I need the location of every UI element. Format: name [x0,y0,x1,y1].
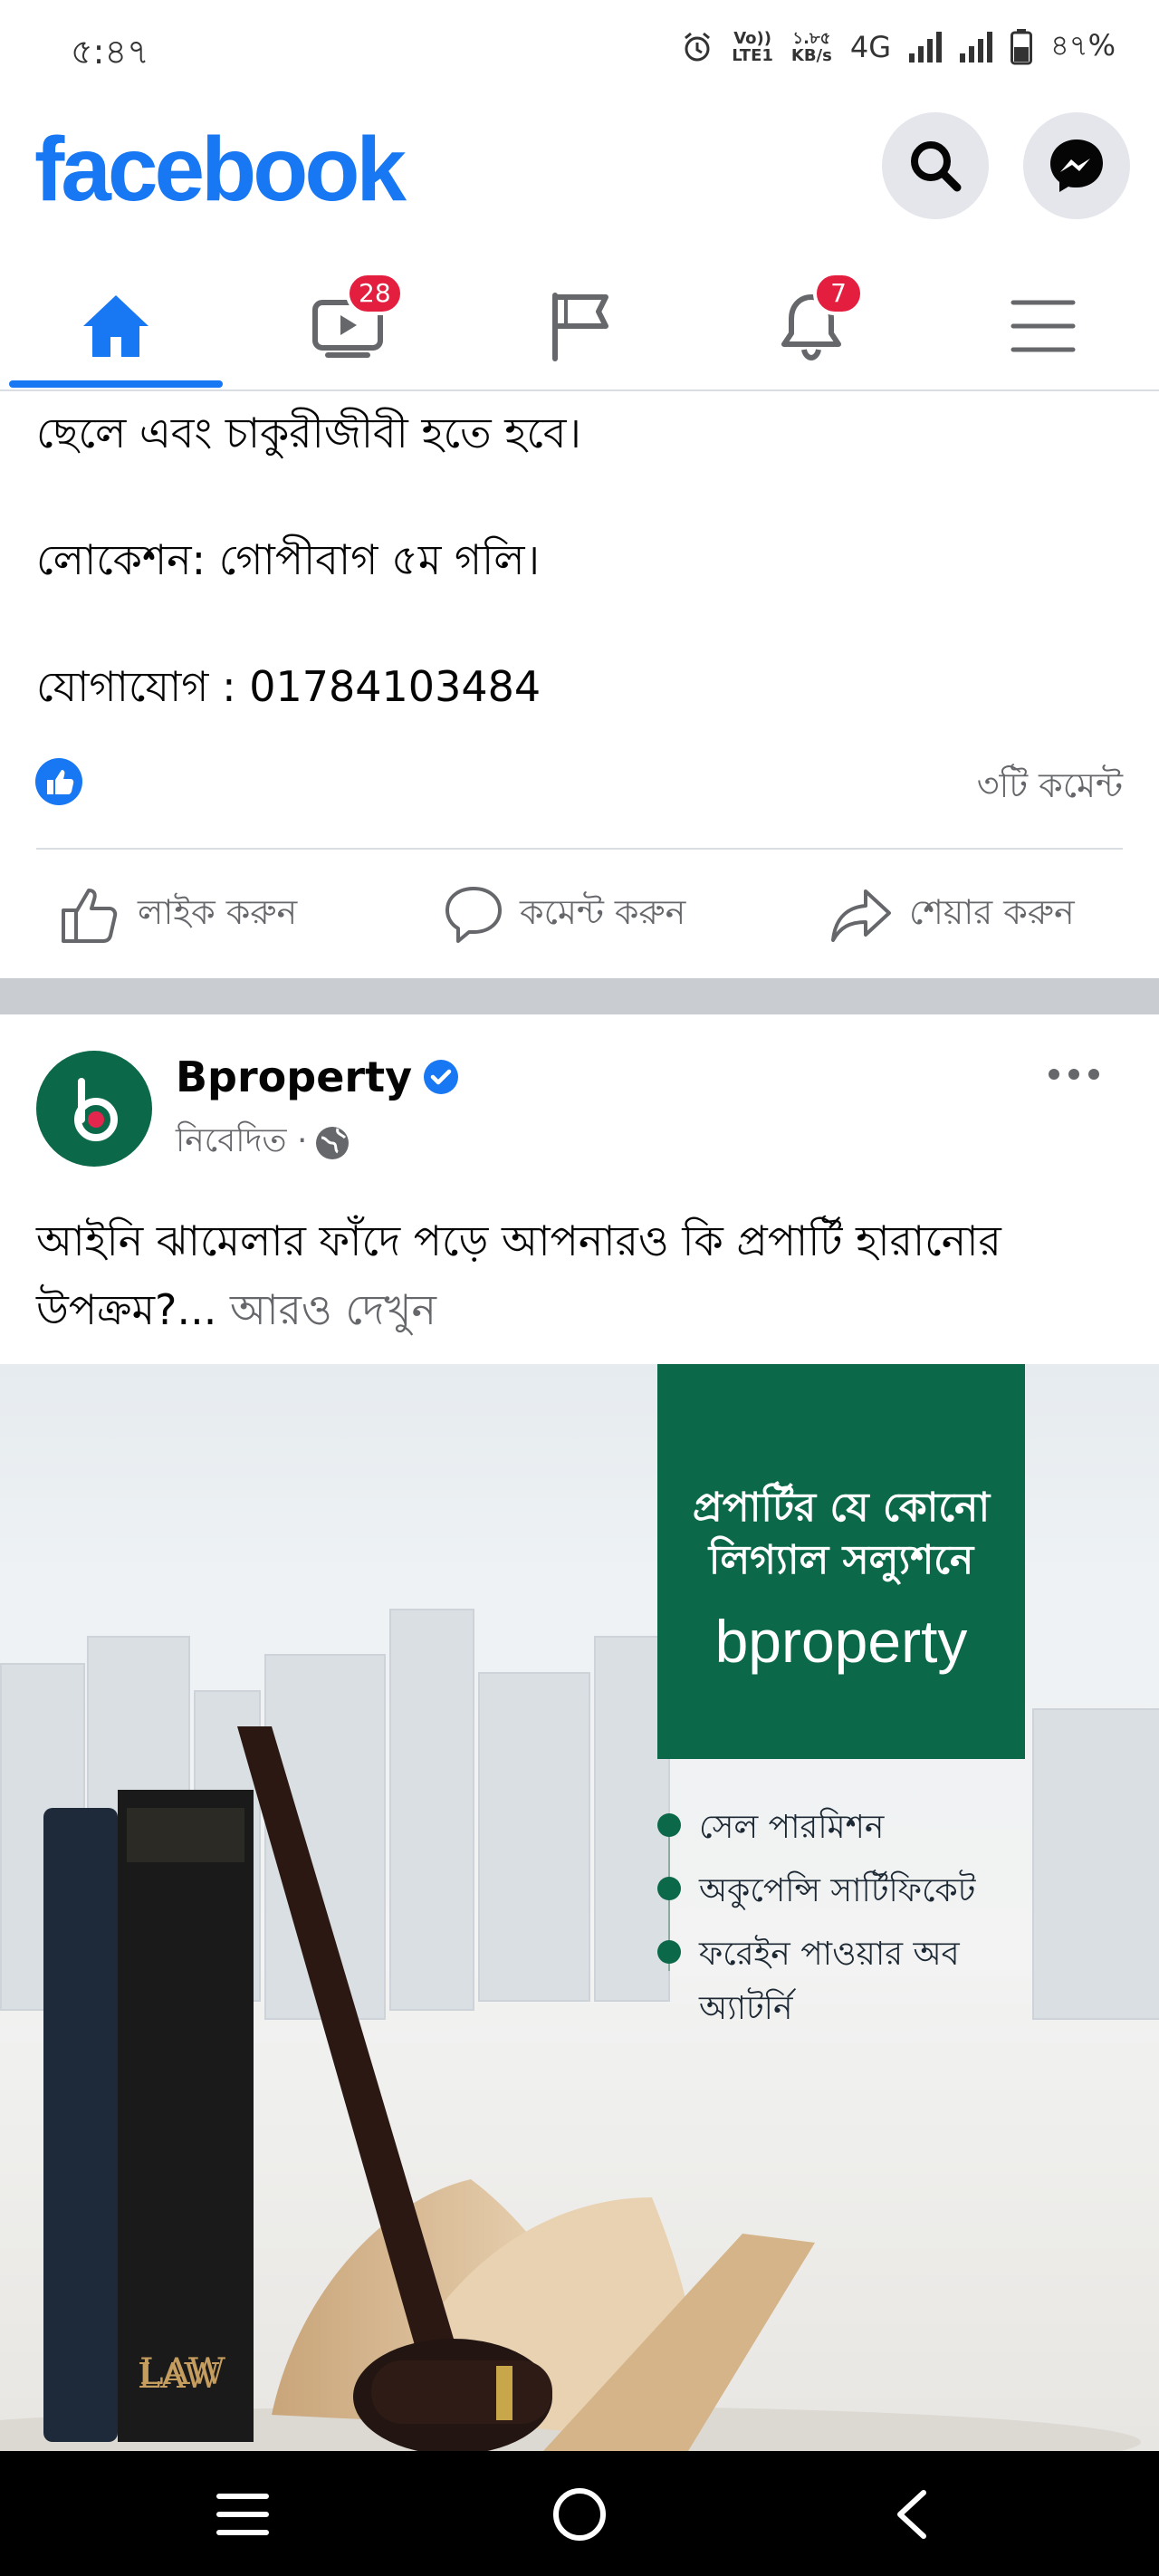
volte-indicator: Vo)) LTE1 [732,29,773,65]
post-text-line: লোকেশন: গোপীবাগ ৫ম গলি। [36,535,541,584]
verified-badge-icon [424,1060,459,1094]
more-options-button[interactable] [1045,1056,1103,1096]
sponsored-row: নিবেদিত · [176,1116,350,1170]
recents-button[interactable] [216,2491,270,2542]
back-button[interactable] [891,2487,931,2545]
network-type: 4G [849,30,892,64]
page-avatar[interactable] [36,1051,152,1167]
share-button[interactable]: শেয়ার করুন [829,871,1075,958]
signal-icon-2 [960,32,993,62]
comment-button[interactable]: কমেন্ট করুন [444,871,685,958]
ad-caption-end: উপক্রম?... [36,1285,217,1334]
status-time: ৫:৪৭ [71,32,149,72]
ad-brand: bproperty [714,1608,968,1675]
page-name[interactable]: Bproperty [176,1053,412,1101]
book-label: LAW [139,2351,225,2393]
battery-icon [1011,29,1033,65]
more-options-icon [1049,1069,1099,1080]
active-tab-indicator [9,380,223,388]
tab-pages[interactable] [473,263,686,389]
tab-menu[interactable] [936,263,1150,389]
bproperty-logo-icon [74,1078,118,1141]
divider [36,848,1123,850]
recents-icon [216,2494,269,2535]
comment-label: কমেন্ট করুন [520,892,686,932]
ad-headline-2: লিগ্যাল সল্যুশনে [708,1537,974,1583]
messenger-icon [1050,139,1103,192]
post-text-line: যোগাযোগ : 01784103484 [36,662,541,711]
search-icon [911,141,962,192]
back-icon [897,2490,926,2539]
globe-icon [316,1127,350,1159]
share-label: শেয়ার করুন [909,892,1075,932]
home-system-button[interactable] [551,2485,608,2547]
post-text-line: ছেলে এবং চাকুরীজীবী হতে হবে। [36,409,581,457]
tab-notifications[interactable]: 7 [704,263,918,389]
tab-watch[interactable]: 28 [241,263,455,389]
comment-icon [445,887,502,943]
facebook-logo[interactable]: facebook [34,120,407,219]
signal-icon [909,32,943,62]
ad-headline-box: প্রপার্টির যে কোনো লিগ্যাল সল্যুশনে bpro… [657,1364,1025,1759]
see-more-link[interactable]: আরও দেখুন [230,1285,436,1334]
comment-count[interactable]: ৩টি কমেন্ট [977,759,1123,817]
like-label: লাইক করুন [138,892,298,932]
system-nav-bar [0,2451,1159,2576]
like-icon [62,889,118,943]
home-icon [83,295,148,357]
hamburger-icon [1011,300,1076,352]
messenger-button[interactable] [1023,112,1130,219]
sponsored-label: নিবেদিত · [176,1122,308,1159]
like-button[interactable]: লাইক করুন [60,871,297,958]
ad-caption-line2: উপক্রম?... আরও দেখুন [36,1279,436,1348]
page-name-row[interactable]: Bproperty [176,1053,459,1101]
alarm-icon [685,32,711,62]
notifications-badge: 7 [813,272,864,315]
ad-headline-1: প্রপার্টির যে কোনো [692,1485,991,1531]
circle-home-icon [553,2488,606,2541]
feed-separator [0,978,1159,1014]
ad-image[interactable]: প্রপার্টির যে কোনো লিগ্যাল সল্যুশনে bpro… [0,1364,1159,2451]
tab-home[interactable] [9,263,223,389]
status-bar: ৫:৪৭ Vo)) LTE1 ১.৮৫ KB/s 4G ৪৭% [0,0,1159,98]
share-icon [831,889,891,942]
battery-percent: ৪৭% [1050,28,1116,62]
flag-icon [552,293,608,361]
ad-caption: আইনি ঝামেলার ফাঁদে পড়ে আপনারও কি প্রপার… [36,1216,1001,1265]
main-nav: 28 7 [0,263,1159,391]
law-books-gavel-illustration: LAW [0,1726,1141,2451]
status-icons: Vo)) LTE1 ১.৮৫ KB/s 4G ৪৭% [681,22,1116,72]
search-button[interactable] [882,112,989,219]
like-reaction-icon[interactable] [34,757,83,810]
watch-badge: 28 [346,272,404,315]
speed-indicator: ১.৮৫ KB/s [790,29,832,65]
